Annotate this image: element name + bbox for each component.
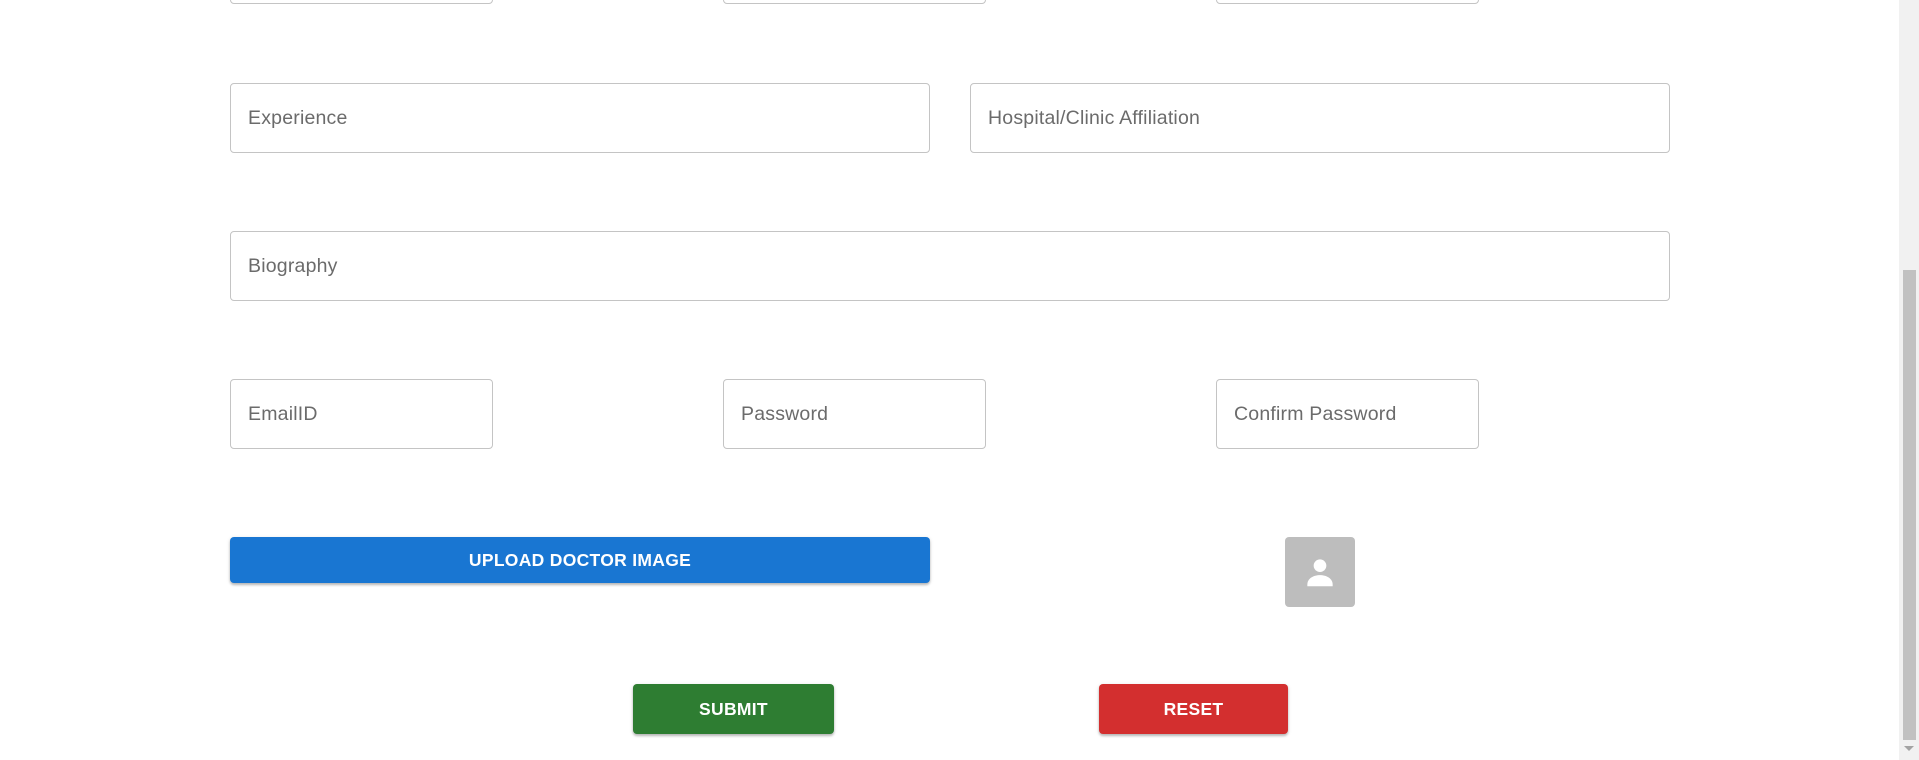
previous-row-field-1[interactable] xyxy=(230,0,493,4)
submit-button-label: SUBMIT xyxy=(699,698,768,719)
scrollbar-thumb[interactable] xyxy=(1903,270,1916,740)
biography-field[interactable]: Biography xyxy=(230,231,1670,301)
doctor-avatar xyxy=(1285,537,1355,607)
password-placeholder: Password xyxy=(741,402,829,425)
confirm-password-placeholder: Confirm Password xyxy=(1234,402,1397,425)
upload-button-label: UPLOAD DOCTOR IMAGE xyxy=(468,549,692,570)
scroll-down-arrow-icon[interactable] xyxy=(1904,746,1914,751)
password-field[interactable]: Password xyxy=(723,379,986,449)
email-field[interactable]: EmailID xyxy=(230,379,493,449)
hospital-affiliation-field[interactable]: Hospital/Clinic Affiliation xyxy=(970,83,1670,153)
previous-row-field-3[interactable] xyxy=(1216,0,1479,4)
email-placeholder: EmailID xyxy=(248,402,318,425)
upload-doctor-image-button[interactable]: UPLOAD DOCTOR IMAGE xyxy=(230,537,930,583)
person-icon xyxy=(1307,559,1333,587)
experience-placeholder: Experience xyxy=(248,106,348,129)
submit-button[interactable]: SUBMIT xyxy=(633,684,834,734)
previous-row-field-2[interactable] xyxy=(723,0,986,4)
confirm-password-field[interactable]: Confirm Password xyxy=(1216,379,1479,449)
reset-button-label: RESET xyxy=(1163,698,1224,719)
biography-placeholder: Biography xyxy=(248,254,338,277)
reset-button[interactable]: RESET xyxy=(1099,684,1288,734)
hospital-affiliation-placeholder: Hospital/Clinic Affiliation xyxy=(988,106,1201,129)
experience-field[interactable]: Experience xyxy=(230,83,930,153)
